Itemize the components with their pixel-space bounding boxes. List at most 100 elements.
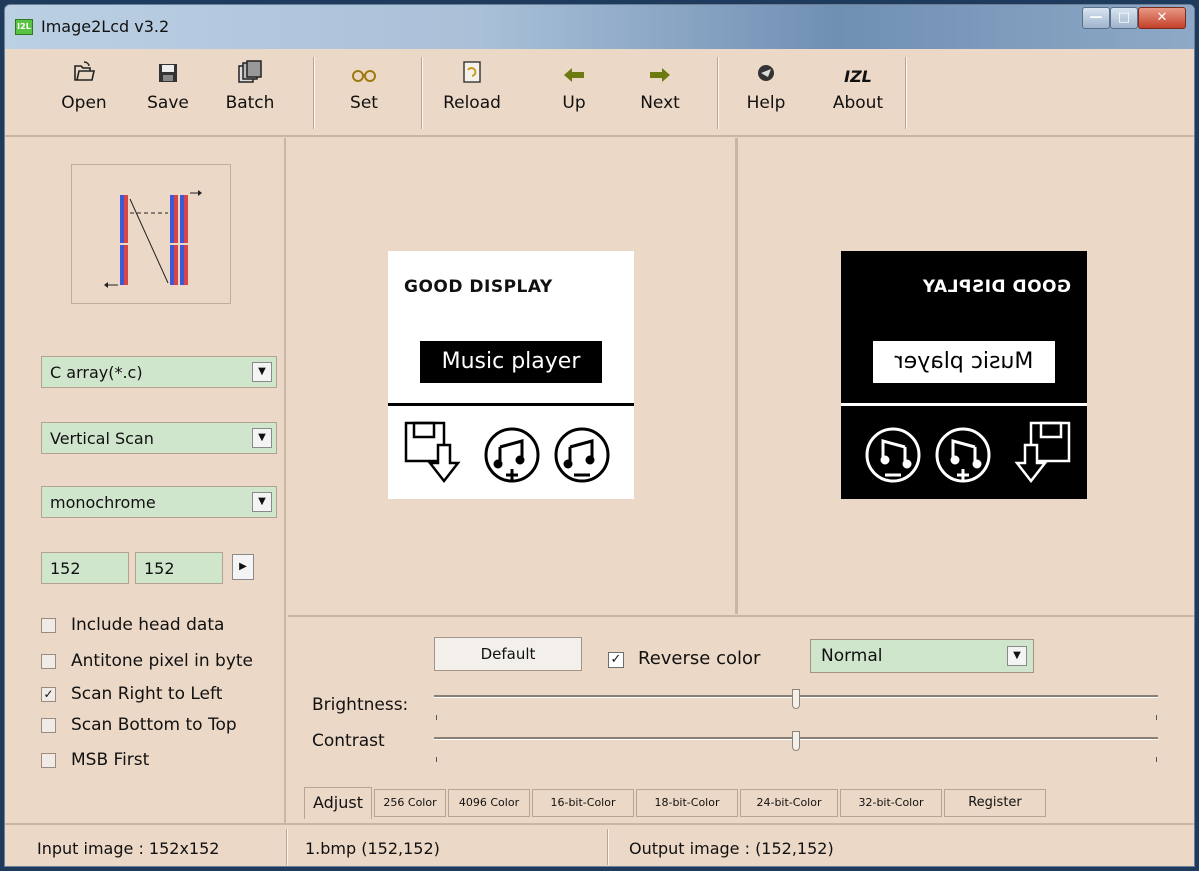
brightness-label: Brightness: (312, 695, 409, 715)
input-label-highlight: Music player (420, 341, 602, 383)
floppy-disk-icon (133, 57, 203, 93)
floppy-download-icon (404, 421, 461, 484)
save-button[interactable]: Save (133, 57, 203, 127)
checkbox-box[interactable] (41, 718, 56, 733)
adjust-panel: Default ✓ Reverse color Normal ▼ Brightn… (288, 615, 1194, 823)
tab-register[interactable]: Register (944, 789, 1046, 817)
music-minus-icon (935, 427, 991, 483)
music-plus-icon (865, 427, 921, 483)
tab-16-bit-color[interactable]: 16-bit-Color (532, 789, 634, 817)
minimize-icon: — (1089, 10, 1103, 25)
open-label: Open (61, 93, 107, 113)
slider-tick (1156, 715, 1157, 720)
music-plus-icon (554, 427, 610, 483)
toolbar-separator (421, 57, 423, 129)
status-bar: Input image : 152x152 1.bmp (152,152) Ou… (5, 823, 1194, 866)
batch-pages-icon (215, 57, 285, 93)
tab-strip: Adjust 256 Color 4096 Color 16-bit-Color… (304, 787, 1048, 819)
height-value: 152 (144, 559, 175, 578)
about-button[interactable]: IZL About (823, 57, 893, 127)
tab-18-bit-color[interactable]: 18-bit-Color (636, 789, 738, 817)
checkbox-label: MSB First (71, 750, 150, 770)
about-label: About (832, 93, 884, 113)
tab-32-bit-color[interactable]: 32-bit-Color (840, 789, 942, 817)
next-button[interactable]: Next (625, 57, 695, 127)
checkbox-box[interactable]: ✓ (608, 652, 624, 668)
file-status: 1.bmp (152,152) (305, 839, 440, 858)
help-icon (731, 57, 801, 93)
status-separator (286, 829, 288, 865)
width-input[interactable]: 152 (41, 552, 129, 584)
maximize-button[interactable]: □ (1110, 7, 1138, 29)
output-image-panel: GOOD DISPLAY Music player (741, 138, 1194, 614)
tab-4096-color[interactable]: 4096 Color (448, 789, 530, 817)
divider (841, 403, 1087, 406)
input-image: GOOD DISPLAY Music player (388, 251, 634, 499)
checkbox-box[interactable] (41, 654, 56, 669)
status-separator (607, 829, 609, 865)
minimize-button[interactable]: — (1082, 7, 1110, 29)
height-input[interactable]: 152 (135, 552, 223, 584)
chevron-down-icon[interactable]: ▼ (252, 362, 272, 382)
tab-adjust[interactable]: Adjust (304, 787, 372, 819)
up-label: Up (562, 93, 586, 113)
app-window: I2L Image2Lcd v3.2 — □ ✕ Open Save Batch (4, 4, 1195, 867)
checkbox-box[interactable] (41, 618, 56, 633)
output-image-status: Output image : (152,152) (629, 839, 834, 858)
checkbox-box[interactable] (41, 753, 56, 768)
chevron-down-icon[interactable]: ▼ (1007, 646, 1027, 666)
contrast-slider-thumb[interactable] (792, 731, 800, 751)
output-icons (865, 421, 1071, 484)
checkbox-label: Scan Right to Left (71, 684, 223, 704)
apply-size-button[interactable]: ▶ (232, 554, 254, 580)
divider (388, 403, 634, 406)
slider-tick (436, 757, 437, 762)
set-button[interactable]: Set (329, 57, 399, 127)
help-button[interactable]: Help (731, 57, 801, 127)
output-label-highlight: Music player (873, 341, 1055, 383)
slider-tick (1156, 757, 1157, 762)
next-label: Next (640, 93, 680, 113)
default-button[interactable]: Default (434, 637, 582, 671)
up-button[interactable]: Up (539, 57, 609, 127)
close-icon: ✕ (1156, 10, 1168, 25)
reload-icon (437, 57, 507, 93)
chevron-down-icon[interactable]: ▼ (252, 428, 272, 448)
output-image: GOOD DISPLAY Music player (841, 251, 1087, 499)
output-format-value: C array(*.c) (50, 363, 143, 382)
title-bar[interactable]: I2L Image2Lcd v3.2 — □ ✕ (5, 5, 1194, 49)
set-label: Set (350, 93, 378, 113)
toolbar: Open Save Batch Set Reload Up Next Help … (5, 49, 1194, 137)
play-icon: ▶ (239, 561, 247, 572)
music-minus-icon (484, 427, 540, 483)
display-mode-value: Normal (821, 646, 883, 666)
reload-button[interactable]: Reload (437, 57, 507, 127)
slider-tick (436, 715, 437, 720)
checkbox-label: Include head data (71, 615, 225, 635)
output-format-select[interactable]: C array(*.c) ▼ (41, 356, 277, 388)
tab-256-color[interactable]: 256 Color (374, 789, 446, 817)
open-folder-icon (49, 57, 119, 93)
color-mode-select[interactable]: monochrome ▼ (41, 486, 277, 518)
app-icon: I2L (15, 19, 33, 35)
help-label: Help (746, 93, 786, 113)
tab-24-bit-color[interactable]: 24-bit-Color (740, 789, 838, 817)
brightness-slider-thumb[interactable] (792, 689, 800, 709)
open-button[interactable]: Open (49, 57, 119, 127)
toolbar-separator (717, 57, 719, 129)
contrast-label: Contrast (312, 731, 385, 751)
chevron-down-icon[interactable]: ▼ (252, 492, 272, 512)
input-image-status: Input image : 152x152 (37, 839, 220, 858)
scan-mode-select[interactable]: Vertical Scan ▼ (41, 422, 277, 454)
toolbar-separator (905, 57, 907, 129)
batch-button[interactable]: Batch (215, 57, 285, 127)
scan-mode-value: Vertical Scan (50, 429, 154, 448)
toolbar-separator (313, 57, 315, 129)
display-mode-select[interactable]: Normal ▼ (810, 639, 1034, 673)
checkbox-box[interactable]: ✓ (41, 687, 56, 702)
close-button[interactable]: ✕ (1138, 7, 1186, 29)
input-image-panel: GOOD DISPLAY Music player (288, 138, 738, 614)
floppy-download-icon (1014, 421, 1071, 484)
scan-direction-icon (104, 190, 202, 288)
reverse-color-label: Reverse color (638, 648, 761, 669)
